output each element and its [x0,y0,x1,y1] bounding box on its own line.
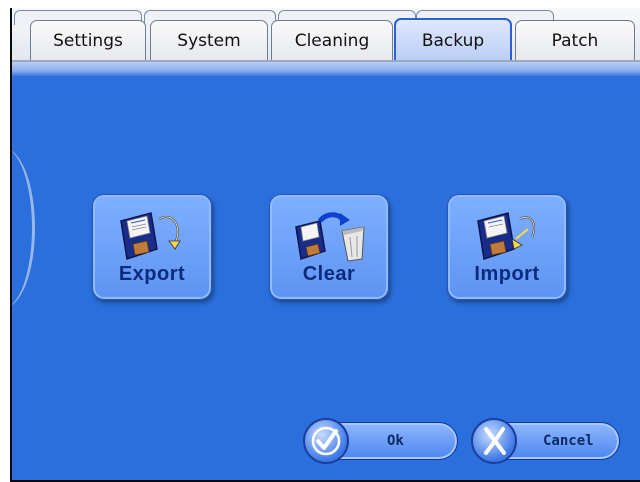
backup-window: Settings System Cleaning Backup Patch Ex… [10,8,640,482]
tab-cleaning[interactable]: Cleaning [271,20,393,60]
import-label: Import [474,263,540,285]
cross-icon [471,418,517,464]
ok-label: Ok [387,433,404,449]
export-button[interactable]: Export [92,194,212,300]
ok-button[interactable]: Ok [303,418,458,464]
check-icon [303,418,349,464]
floppy-import-icon [477,212,536,260]
export-label: Export [118,263,186,285]
clear-button[interactable]: Clear [269,194,389,300]
tab-patch[interactable]: Patch [515,20,635,60]
decorative-swoosh [12,148,35,308]
floppy-export-icon [120,212,181,260]
tab-band [12,62,640,76]
tab-strip: Settings System Cleaning Backup Patch [12,8,640,70]
cancel-button[interactable]: Cancel [471,418,620,464]
background-tab-row [12,10,640,25]
tab-system[interactable]: System [150,20,268,60]
clear-label: Clear [302,263,356,285]
tab-backup[interactable]: Backup [394,18,512,62]
tab-settings[interactable]: Settings [30,20,146,60]
floppy-clear-icon [295,212,365,262]
import-button[interactable]: Import [447,194,567,300]
cancel-label: Cancel [543,433,594,449]
